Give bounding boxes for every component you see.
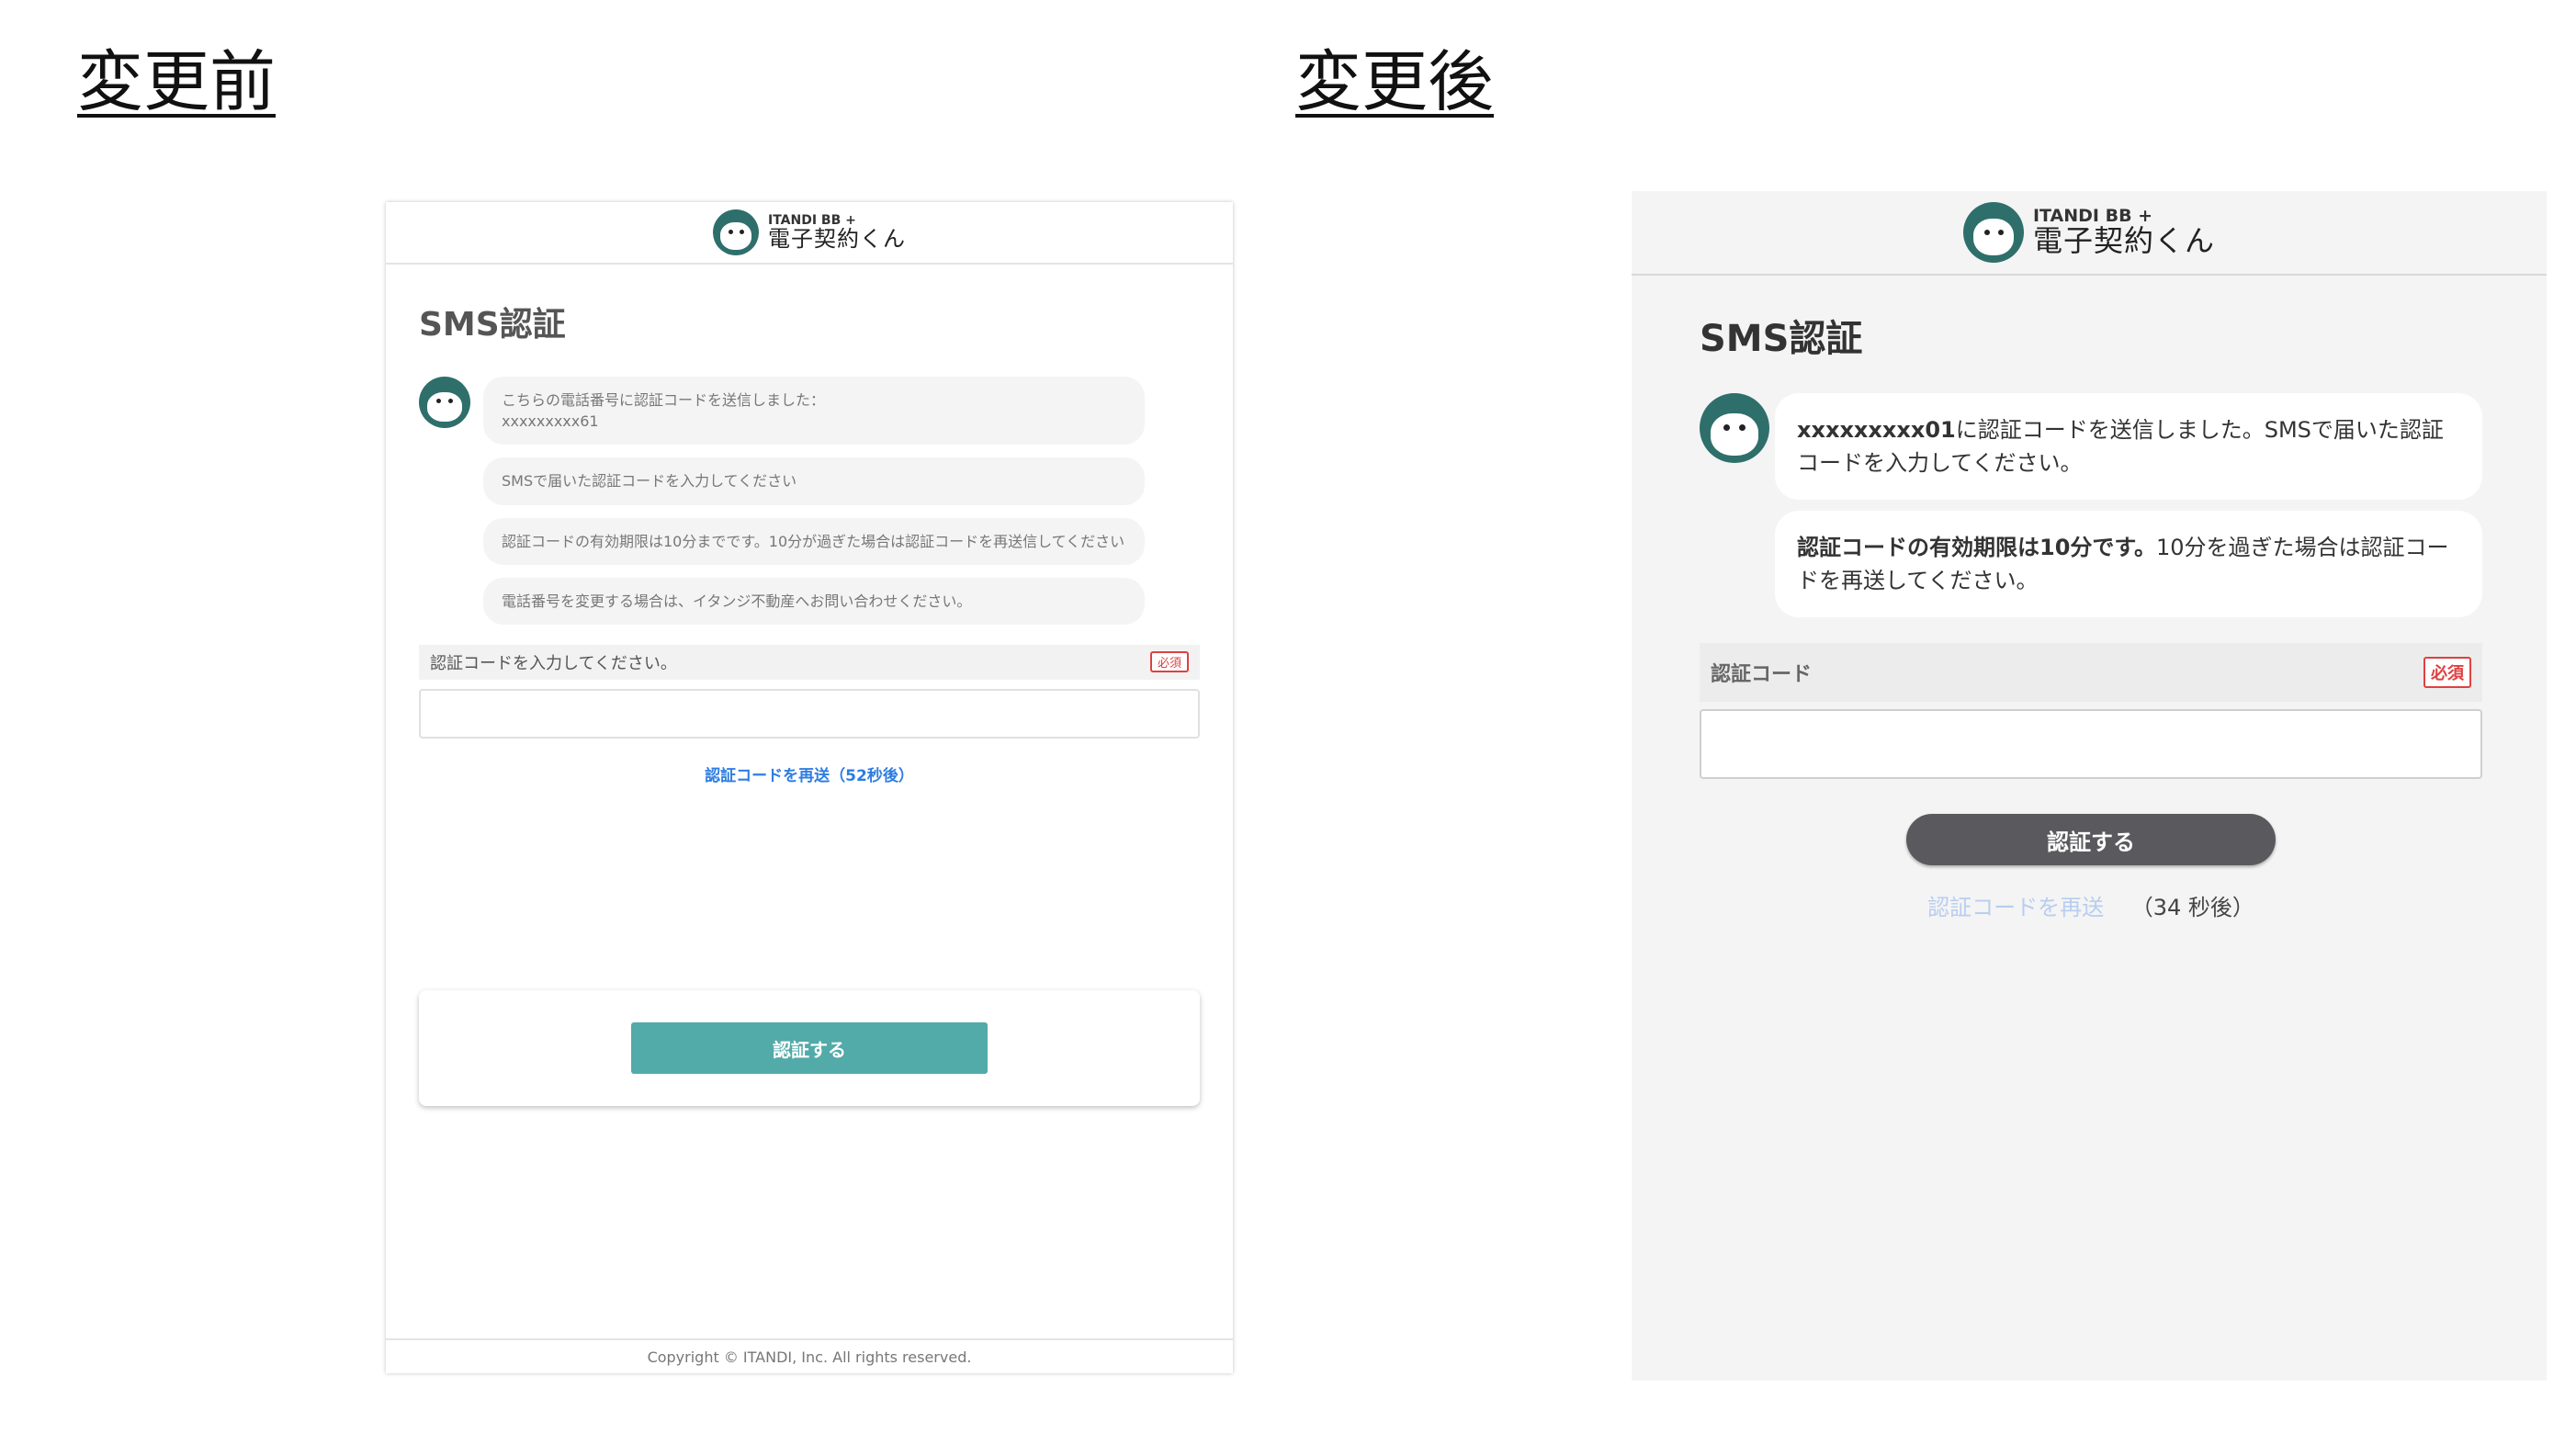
after-heading: 変更後: [1295, 43, 1495, 120]
page-title: SMS認証: [1700, 318, 1863, 360]
code-input[interactable]: [419, 688, 1200, 739]
verify-button[interactable]: 認証する: [631, 1022, 988, 1074]
chat-bubble: 認証コードの有効期限は10分までです。10分が過ぎた場合は認証コードを再送信して…: [483, 517, 1145, 565]
bubble-text: こちらの電話番号に認証コードを送信しました：: [502, 391, 826, 409]
brand-logo[interactable]: ITANDI BB + 電子契約くん: [713, 209, 906, 255]
footer-copyright: Copyright © ITANDI, Inc. All rights rese…: [386, 1338, 1233, 1373]
resend-link[interactable]: 認証コードを再送: [1927, 895, 2104, 920]
brand-name: 電子契約くん: [2032, 223, 2215, 259]
resend-link[interactable]: 認証コードを再送（52秒後）: [419, 762, 1200, 785]
code-label-text: 認証コードを入力してください。: [430, 653, 677, 673]
after-screen: ITANDI BB + 電子契約くん SMS認証 xxxxxxxxx01に認証コ…: [1632, 191, 2547, 1381]
chat-bubble: こちらの電話番号に認証コードを送信しました： xxxxxxxxx61: [483, 377, 1145, 446]
phone-number: xxxxxxxxx01: [1797, 417, 1956, 443]
chat-bubble: 認証コードの有効期限は10分です。10分を過ぎた場合は認証コードを再送してくださ…: [1775, 511, 2482, 617]
resend-countdown: （34 秒後）: [2130, 895, 2254, 920]
phone-number: xxxxxxxxx61: [502, 412, 599, 431]
before-screen: ITANDI BB + 電子契約くん SMS認証 こちらの電話番号に認証コードを…: [386, 202, 1233, 1373]
code-field-label: 認証コード 必須: [1700, 643, 2482, 702]
bubble-emphasis: 認証コードの有効期限は10分です。: [1797, 535, 2156, 560]
bear-logo-icon: [713, 209, 759, 255]
chat-bubble: xxxxxxxxx01に認証コードを送信しました。SMSで届いた認証コードを入力…: [1775, 393, 2482, 500]
header: ITANDI BB + 電子契約くん: [1632, 191, 2547, 276]
brand-logo[interactable]: ITANDI BB + 電子契約くん: [1962, 202, 2215, 263]
bear-avatar-icon: [1700, 393, 1769, 463]
chat-messages: こちらの電話番号に認証コードを送信しました： xxxxxxxxx61 SMSで届…: [419, 377, 1200, 625]
before-heading: 変更前: [77, 43, 277, 120]
chat-bubble: 電話番号を変更する場合は、イタンジ不動産へお問い合わせください。: [483, 577, 1145, 625]
header: ITANDI BB + 電子契約くん: [386, 202, 1233, 265]
required-badge: 必須: [1149, 651, 1189, 673]
chat-messages: xxxxxxxxx01に認証コードを送信しました。SMSで届いた認証コードを入力…: [1700, 393, 2482, 617]
bear-avatar-icon: [419, 377, 470, 428]
chat-bubble: SMSで届いた認証コードを入力してください: [483, 457, 1145, 505]
resend-row: 認証コードを再送 （34 秒後）: [1700, 889, 2482, 921]
verify-button[interactable]: 認証する: [1906, 814, 2276, 865]
code-field-label: 認証コードを入力してください。 必須: [419, 644, 1200, 680]
code-input[interactable]: [1700, 709, 2482, 779]
submit-card: 認証する: [419, 990, 1200, 1106]
required-badge: 必須: [2423, 657, 2471, 688]
bear-logo-icon: [1962, 202, 2024, 263]
code-label-text: 認証コード: [1711, 663, 1813, 686]
brand-name: 電子契約くん: [768, 225, 906, 252]
page-title: SMS認証: [419, 306, 566, 344]
